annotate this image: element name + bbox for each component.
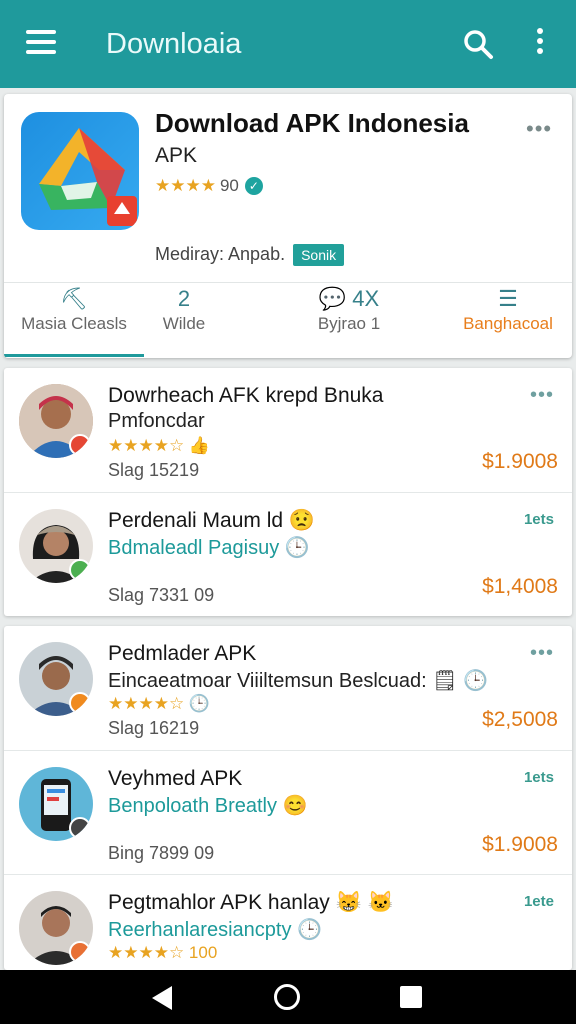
divider xyxy=(4,282,572,283)
list-item-stars: ★★★★☆ 100 xyxy=(108,943,218,962)
tab-wilde[interactable]: 2 Wilde xyxy=(144,284,224,354)
app-title: Downloaia xyxy=(106,28,242,60)
list-item-title: Perdenali Maum ld 😟 xyxy=(108,509,316,532)
list-item-price: $2,5008 xyxy=(482,708,558,731)
list-item-stars: ★★★★☆ 👍 xyxy=(108,436,211,455)
list-item[interactable]: Veyhmed APK Benpoloath Breatly 😊 Bing 78… xyxy=(4,750,572,874)
list-item[interactable]: Pegtmahlor APK hanlay 😸 🐱 Reerhanlaresia… xyxy=(4,874,572,970)
avatar xyxy=(19,642,93,716)
app-bar: Downloaia xyxy=(0,0,576,88)
tab-indicator xyxy=(4,354,144,357)
list-item-title: Pedmlader APK xyxy=(108,642,257,665)
tab-label: Wilde xyxy=(162,314,206,333)
list-item-price: $1.9008 xyxy=(482,833,558,856)
list-item-stars: ★★★★☆ 🕒 xyxy=(108,694,211,713)
list-item-price: $1,4008 xyxy=(482,575,558,598)
list-item-subtitle: Pmfoncdar xyxy=(108,410,205,432)
tab-label: Masia Cleasls xyxy=(21,314,127,333)
developer-badge[interactable]: Sonik xyxy=(293,244,345,266)
store-badge-icon xyxy=(69,941,91,963)
tab-banghacoal[interactable]: ☰ Banghacoal xyxy=(444,284,572,354)
home-icon[interactable] xyxy=(274,984,300,1010)
app-category: APK xyxy=(155,144,198,167)
app-list-card: Dowrheach AFK krepd Bnuka Pmfoncdar ★★★★… xyxy=(4,368,572,616)
rating-count: 90 xyxy=(219,176,239,195)
avatar xyxy=(19,384,93,458)
verified-icon: ✓ xyxy=(244,177,263,195)
app-logo-icon xyxy=(21,112,139,230)
list-item-subtitle: Bdmaleadl Pagisuy 🕒 xyxy=(108,537,310,559)
list-item-subtitle: Reerhanlaresiancpty 🕒 xyxy=(108,919,322,941)
developer-name: Mediray: Anpab. xyxy=(155,244,286,264)
list-item-tag: 1ets xyxy=(523,769,554,786)
system-nav-bar xyxy=(0,970,576,1024)
avatar xyxy=(19,767,93,841)
menu-icon[interactable] xyxy=(26,30,56,56)
list-item-title: Dowrheach AFK krepd Bnuka xyxy=(108,384,384,407)
tab-masia-cleasls[interactable]: ⛏ Masia Cleasls xyxy=(4,284,144,354)
list-item-tag: 1ete xyxy=(523,893,554,910)
overflow-button[interactable]: ••• xyxy=(526,116,552,142)
avatar xyxy=(19,509,93,583)
list-item[interactable]: Pedmlader APK Eincaeatmoar Viiiltemsun B… xyxy=(4,626,572,750)
list-item-title: Pegtmahlor APK hanlay 😸 🐱 xyxy=(108,891,394,914)
overflow-button[interactable]: ••• xyxy=(530,384,554,407)
overflow-button[interactable]: ••• xyxy=(530,642,554,665)
tab-byjrao[interactable]: 💬 4X Byjrao 1 xyxy=(274,284,424,354)
app-rating: ★★★★ 90 ✓ xyxy=(155,176,263,196)
list-item[interactable]: Perdenali Maum ld 😟 Bdmaleadl Pagisuy 🕒 … xyxy=(4,492,572,616)
list-item-meta: Slag 16219 xyxy=(108,718,200,738)
list-icon: ☰ xyxy=(498,286,518,311)
list-item-meta: Slag 15219 xyxy=(108,460,200,480)
chat-icon: 💬 4X xyxy=(318,286,380,311)
store-badge-icon xyxy=(69,434,91,456)
list-item[interactable]: Dowrheach AFK krepd Bnuka Pmfoncdar ★★★★… xyxy=(4,368,572,492)
recents-icon[interactable] xyxy=(400,986,422,1008)
rating-stars: ★★★★ xyxy=(155,176,216,195)
store-badge-icon xyxy=(69,559,91,581)
list-item-tag: 1ets xyxy=(523,511,554,528)
app-list-card: Pedmlader APK Eincaeatmoar Viiiltemsun B… xyxy=(4,626,572,970)
list-item-price: $1.9008 xyxy=(482,450,558,473)
search-icon[interactable] xyxy=(462,28,494,60)
avatar xyxy=(19,891,93,965)
list-item-title: Veyhmed APK xyxy=(108,767,243,790)
tool-icon: ⛏ xyxy=(60,286,88,311)
badge-icon: 2 xyxy=(177,286,191,311)
store-badge-icon xyxy=(69,692,91,714)
tab-label: Banghacoal xyxy=(463,314,553,333)
tab-label: Byjrao 1 xyxy=(317,314,381,333)
app-name: Download APK Indonesia xyxy=(155,108,469,138)
store-badge-icon xyxy=(69,817,91,839)
featured-app-card[interactable]: Download APK Indonesia APK ★★★★ 90 ✓ ••• M… xyxy=(4,94,572,358)
more-vert-icon[interactable] xyxy=(530,28,550,60)
list-item-meta: Bing 7899 09 xyxy=(108,843,215,863)
developer-line: Mediray: Anpab. Sonik xyxy=(155,244,345,266)
back-icon[interactable] xyxy=(152,986,172,1010)
list-item-subtitle: Benpoloath Breatly 😊 xyxy=(108,795,308,817)
list-item-subtitle: Eincaeatmoar Viiiltemsun Beslcuad: 🗒 🕒 xyxy=(108,670,489,692)
list-item-meta: Slag 7331 09 xyxy=(108,585,215,605)
